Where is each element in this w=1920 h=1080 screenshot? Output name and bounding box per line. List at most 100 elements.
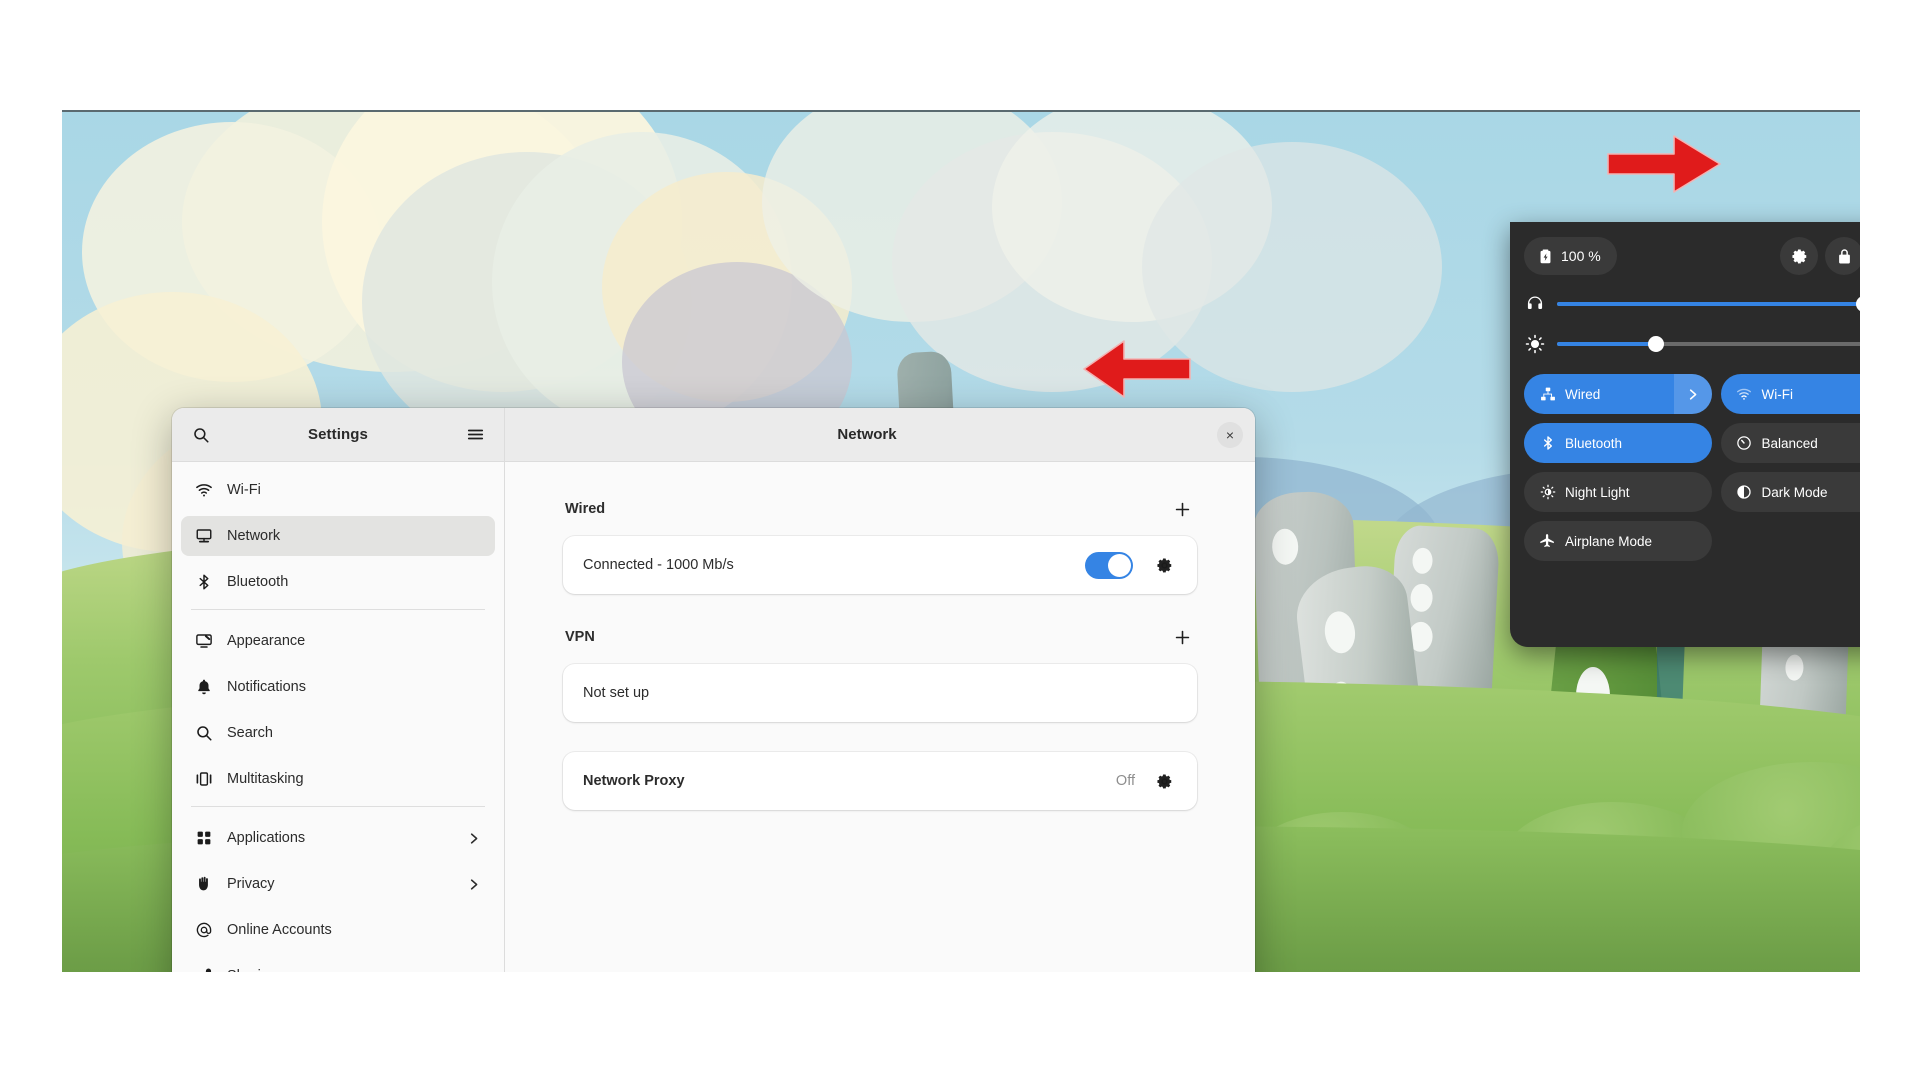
network-wired-icon <box>1539 386 1556 403</box>
quick-tile-power-profile[interactable]: Balanced <box>1720 423 1861 463</box>
battery-percentage-label: 100 % <box>1561 248 1601 264</box>
brightness-slider[interactable] <box>1557 336 1860 352</box>
quick-tile-wired-main[interactable]: Wired <box>1524 374 1674 414</box>
sidebar-item-label: Bluetooth <box>227 574 289 590</box>
settings-button[interactable] <box>1780 237 1818 275</box>
settings-sidebar: Wi-Fi Network Bluetooth Appearance Notif… <box>172 462 505 972</box>
sidebar-item-label: Network <box>227 528 281 544</box>
quick-tile-wired-expand-chevron-icon[interactable] <box>1673 374 1712 414</box>
quick-tile-bluetooth[interactable]: Bluetooth <box>1524 423 1712 463</box>
sidebar-headerbar: Settings <box>172 408 505 462</box>
sidebar-item-wifi[interactable]: Wi-Fi <box>181 470 495 510</box>
airplane-icon <box>1539 533 1556 550</box>
search-icon <box>195 724 213 742</box>
quick-tile-label: Balanced <box>1761 435 1818 451</box>
vpn-status-label: Not set up <box>583 685 650 701</box>
volume-slider-knob[interactable] <box>1856 296 1860 312</box>
quick-tile-dark-mode[interactable]: Dark Mode <box>1720 472 1861 512</box>
quick-tile-night-light[interactable]: Night Light <box>1524 472 1712 512</box>
window-headerbars: Settings Network × <box>172 408 1255 462</box>
chevron-right-icon <box>466 831 481 846</box>
sidebar-item-appearance[interactable]: Appearance <box>181 621 495 661</box>
share-nodes-icon <box>195 967 213 972</box>
network-wired-icon <box>195 527 213 545</box>
network-proxy-gear-icon[interactable] <box>1151 768 1177 794</box>
volume-slider[interactable] <box>1557 296 1860 312</box>
network-proxy-row[interactable]: Network Proxy Off <box>563 752 1197 810</box>
wired-connection-row[interactable]: Connected - 1000 Mb/s <box>563 536 1197 594</box>
sidebar-item-privacy[interactable]: Privacy <box>181 864 495 904</box>
quick-tile-label: Wired <box>1565 386 1601 402</box>
network-proxy-value: Off <box>1115 773 1135 789</box>
multitasking-icon <box>195 770 213 788</box>
quick-tile-bluetooth-main[interactable]: Bluetooth <box>1524 423 1712 463</box>
sidebar-item-applications[interactable]: Applications <box>181 818 495 858</box>
quick-tile-label: Dark Mode <box>1761 484 1828 500</box>
toggle-knob <box>1108 553 1131 577</box>
sidebar-item-label: Privacy <box>227 876 275 892</box>
battery-charging-icon <box>1537 248 1554 265</box>
wired-settings-gear-icon[interactable] <box>1151 552 1177 578</box>
close-icon[interactable]: × <box>1217 421 1243 448</box>
sidebar-item-multitasking[interactable]: Multitasking <box>181 759 495 799</box>
brightness-icon <box>1524 333 1546 355</box>
network-proxy-label: Network Proxy <box>583 773 685 789</box>
sidebar-item-sharing[interactable]: Sharing <box>181 956 495 972</box>
wired-section-title: Wired <box>565 501 606 517</box>
red-arrow-pointing-right <box>1607 135 1721 193</box>
settings-title: Settings <box>308 426 368 443</box>
wifi-icon <box>195 481 213 499</box>
content-headerbar: Network × <box>505 408 1255 462</box>
quick-tile-label: Airplane Mode <box>1565 533 1653 549</box>
dark-mode-icon <box>1736 484 1753 501</box>
add-vpn-button[interactable] <box>1169 624 1195 650</box>
network-settings-content: Wired Connected - 1000 Mb/s VPN Not set … <box>505 462 1255 972</box>
quick-tile-label: Bluetooth <box>1565 435 1623 451</box>
brightness-slider-row[interactable] <box>1524 324 1860 364</box>
sidebar-item-label: Online Accounts <box>227 922 332 938</box>
bluetooth-icon <box>1539 435 1556 452</box>
quick-tile-power-profile-main[interactable]: Balanced <box>1721 423 1861 463</box>
bell-icon <box>195 678 213 696</box>
sidebar-item-label: Sharing <box>227 968 481 972</box>
sidebar-item-label: Search <box>227 725 273 741</box>
quick-tile-dark-mode-main[interactable]: Dark Mode <box>1721 472 1861 512</box>
sidebar-item-search[interactable]: Search <box>181 713 495 753</box>
volume-slider-row[interactable] <box>1524 284 1860 324</box>
quick-settings-panel: 100 % Wired Wi-Fi Bluetooth Balanced Nig… <box>1510 222 1860 647</box>
sidebar-item-label: Notifications <box>227 679 306 695</box>
settings-window: Settings Network × Wi-Fi Network Bluetoo… <box>172 408 1255 972</box>
sidebar-item-network[interactable]: Network <box>181 516 495 556</box>
sidebar-item-label: Applications <box>227 830 306 846</box>
grid-apps-icon <box>195 829 213 847</box>
add-wired-connection-button[interactable] <box>1169 496 1195 522</box>
quick-tile-label: Night Light <box>1565 484 1630 500</box>
hamburger-menu-icon[interactable] <box>460 420 490 450</box>
brightness-slider-knob[interactable] <box>1648 336 1665 352</box>
window-body: Wi-Fi Network Bluetooth Appearance Notif… <box>172 462 1255 972</box>
sidebar-item-label: Appearance <box>227 633 306 649</box>
quick-tile-night-light-main[interactable]: Night Light <box>1524 472 1712 512</box>
red-arrow-pointing-left <box>1083 340 1191 398</box>
quick-tile-airplane-mode[interactable]: Airplane Mode <box>1524 521 1712 561</box>
wifi-icon <box>1736 386 1753 403</box>
vpn-section-title: VPN <box>565 629 595 645</box>
quick-tile-wifi-main[interactable]: Wi-Fi <box>1721 374 1861 414</box>
sidebar-item-online-accounts[interactable]: Online Accounts <box>181 910 495 950</box>
sidebar-item-notifications[interactable]: Notifications <box>181 667 495 707</box>
gauge-icon <box>1736 435 1753 452</box>
quick-tile-wifi[interactable]: Wi-Fi <box>1720 374 1861 414</box>
battery-status[interactable]: 100 % <box>1524 237 1617 275</box>
volume-slider-fill <box>1557 302 1860 306</box>
sidebar-divider <box>191 609 485 610</box>
vpn-row[interactable]: Not set up <box>563 664 1197 722</box>
quick-tile-airplane-mode-main[interactable]: Airplane Mode <box>1524 521 1712 561</box>
sidebar-item-bluetooth[interactable]: Bluetooth <box>181 562 495 602</box>
wired-toggle[interactable] <box>1085 551 1133 579</box>
sidebar-divider <box>191 806 485 807</box>
chevron-right-icon <box>466 877 481 892</box>
search-icon[interactable] <box>186 420 216 450</box>
quick-tile-wired[interactable]: Wired <box>1524 374 1712 414</box>
desktop-screenshot: Settings Network × Wi-Fi Network Bluetoo… <box>62 110 1860 972</box>
lock-button[interactable] <box>1825 237 1860 275</box>
